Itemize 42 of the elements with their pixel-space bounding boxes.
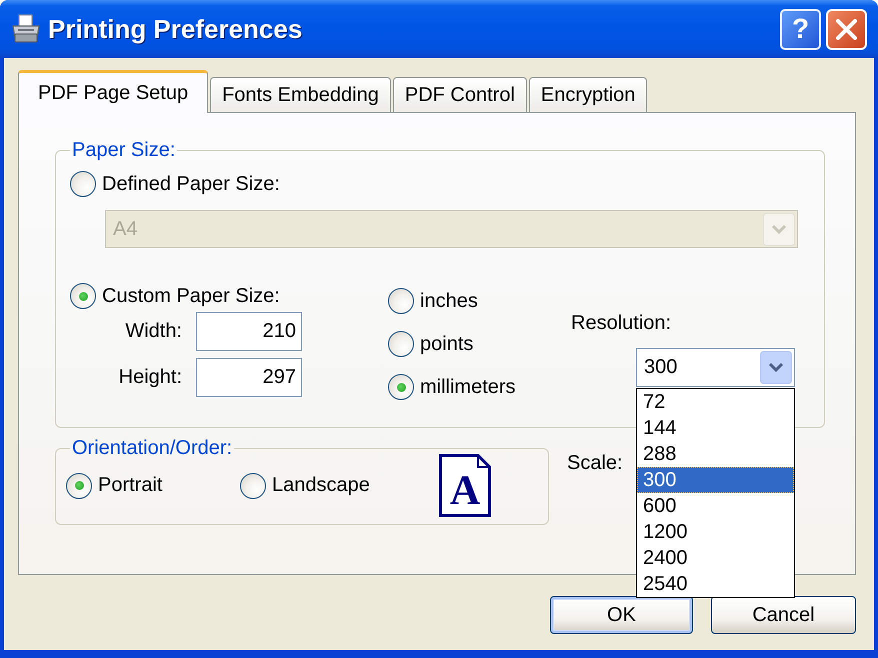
resolution-select[interactable]: 300 [636,348,795,387]
tab[interactable]: Encryption [528,77,648,112]
field-label: Width: [124,320,182,343]
dialog-button[interactable]: OK [550,596,693,634]
dropdown-option[interactable]: 144 [637,415,794,441]
radio-label[interactable]: points [420,332,474,356]
radio-button[interactable] [240,472,266,498]
dropdown-option[interactable]: 72 [637,389,794,415]
radio-button[interactable] [388,331,414,357]
dropdown-option[interactable]: 1200 [637,519,794,545]
tab[interactable]: PDF Page Setup [18,70,208,113]
radio-label[interactable]: Custom Paper Size: [102,284,280,308]
radio-label[interactable]: inches [420,290,478,312]
radio-button[interactable] [388,374,414,400]
radio-label[interactable]: Portrait [98,474,162,497]
radio-button[interactable] [66,472,92,498]
radio-label[interactable]: millimeters [420,376,516,398]
radio-label[interactable]: Landscape [272,474,370,497]
dropdown-option[interactable]: 2400 [637,545,794,571]
group-label: Orientation/Order: [71,437,234,459]
window-title: Printing Preferences [48,14,302,44]
input-field[interactable]: 297 [196,358,302,397]
dropdown-option[interactable]: 600 [637,493,794,519]
tab[interactable]: PDF Control [392,77,527,112]
field-label: Resolution: [571,312,672,334]
close-icon[interactable] [826,8,867,50]
field-label: Scale: [567,452,623,474]
radio-button[interactable] [70,171,96,197]
radio-button[interactable] [388,288,414,314]
dialog-button[interactable]: Cancel [711,596,856,634]
group-label: Paper Size: [71,139,176,161]
field-label: Height: [118,366,182,389]
dropdown-option[interactable]: 300 [637,467,794,493]
page-preview-icon: A [439,454,491,517]
tab[interactable]: Fonts Embedding [210,77,391,112]
printer-icon [10,13,42,45]
input-field[interactable]: 210 [196,312,302,351]
help-button[interactable]: ? [780,8,821,50]
radio-label[interactable]: Defined Paper Size: [102,172,280,196]
dropdown-option[interactable]: 288 [637,441,794,467]
dropdown-option[interactable]: 2540 [637,571,794,597]
radio-button[interactable] [70,283,96,309]
